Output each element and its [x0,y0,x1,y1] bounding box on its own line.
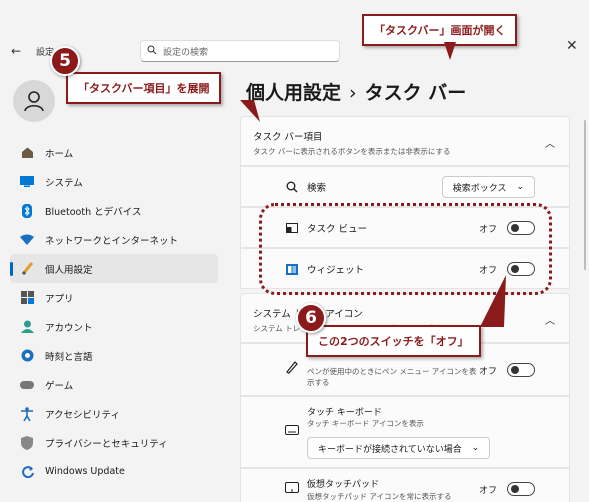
sidebar-item-bluetooth[interactable]: Bluetooth とデバイス [10,196,218,225]
brush-icon [19,261,35,277]
sidebar-item-label: アクセシビリティ [45,409,120,421]
sidebar-item-label: アカウント [45,322,93,334]
wifi-icon [19,232,35,248]
taskbar-items-subtitle: タスク バーに表示されるボタンを表示または非表示にする [253,147,451,156]
page-title: 個人用設定 › タスク バー [246,78,466,105]
annotation-badge-6: 6 [296,303,326,333]
annotation-arrow-5 [240,100,260,122]
touch-keyboard-dropdown[interactable]: キーボードが接続されていない場合 ⌄ [307,437,491,459]
touch-keyboard-sub: タッチ キーボード アイコンを表示 [307,419,424,428]
sidebar-item-system[interactable]: システム [10,167,218,196]
shield-icon [19,435,35,451]
touchpad-sub: 仮想タッチパッド アイコンを常に表示する [307,492,452,501]
sidebar-item-label: Windows Update [45,466,125,477]
search-icon [285,180,299,194]
search-mode-dropdown[interactable]: 検索ボックス ⌄ [441,176,535,198]
touch-keyboard-value: キーボードが接続されていない場合 [318,444,462,455]
chevron-down-icon: ⌄ [516,182,524,192]
chevron-up-icon[interactable]: ︿ [545,135,555,150]
avatar[interactable] [13,80,55,122]
pen-menu-toggle-wrap: オフ [479,363,535,377]
touchpad-state: オフ [478,485,497,496]
annotation-badge-5: 5 [50,46,80,76]
touch-keyboard-row: タッチ キーボード タッチ キーボード アイコンを表示 キーボードが接続されてい… [240,396,570,468]
taskbar-items-title: タスク バー項目 [253,132,323,143]
pen-menu-state: オフ [478,366,497,377]
sidebar-item-privacy[interactable]: プライバシーとセキュリティ [10,428,218,457]
apps-icon [19,290,35,306]
sidebar-item-label: システム [45,177,83,189]
sidebar-item-gaming[interactable]: ゲーム [10,370,218,399]
sidebar-item-network[interactable]: ネットワークとインターネット [10,225,218,254]
touchpad-row: 仮想タッチパッド 仮想タッチパッド アイコンを常に表示する オフ [240,468,570,502]
sidebar-item-time-language[interactable]: 時刻と言語 [10,341,218,370]
globe-icon [19,348,35,364]
update-icon [19,464,35,480]
bluetooth-icon [19,203,35,219]
sidebar-item-label: 個人用設定 [45,264,93,276]
search-setting-label: 検索 [307,182,327,194]
sidebar-item-label: Bluetooth とデバイス [45,206,142,218]
annotation-arrow-6 [480,275,506,327]
scrollbar[interactable] [584,120,586,270]
pen-icon [285,360,298,377]
sidebar-item-home[interactable]: ホーム [10,138,218,167]
sidebar-item-label: 時刻と言語 [45,351,93,363]
search-icon [147,45,157,58]
touch-keyboard-title: タッチ キーボード [307,408,382,418]
search-setting-row: 検索 検索ボックス ⌄ [240,166,570,207]
gamepad-icon [19,377,35,393]
breadcrumb-separator: › [349,82,357,104]
sidebar-item-accounts[interactable]: アカウント [10,312,218,341]
annotation-callout-5: 「タスクバー項目」を展開 [66,72,222,104]
search-mode-value: 検索ボックス [452,183,507,194]
sidebar-item-label: ゲーム [45,380,74,392]
keyboard-icon [285,425,299,438]
sidebar-item-apps[interactable]: アプリ [10,283,218,312]
touchpad-toggle-wrap: オフ [479,482,535,496]
sidebar-item-personalization[interactable]: 個人用設定 [10,254,218,283]
annotation-arrow-top [444,42,456,60]
sidebar-item-label: ネットワークとインターネット [45,235,179,247]
search-placeholder: 設定の検索 [163,47,209,58]
sidebar-item-label: プライバシーとセキュリティ [45,438,168,450]
touchpad-toggle[interactable] [507,482,535,496]
sidebar-item-label: ホーム [45,148,74,160]
chevron-down-icon: ⌄ [471,443,480,453]
touchpad-icon [285,482,299,496]
sidebar: ホーム システム Bluetooth とデバイス ネットワークとインターネット … [10,138,218,486]
pen-menu-toggle[interactable] [507,363,535,377]
sidebar-item-windows-update[interactable]: Windows Update [10,457,218,486]
back-arrow-icon[interactable]: ← [11,44,21,58]
touchpad-title: 仮想タッチパッド [307,480,380,490]
chevron-up-icon[interactable]: ︿ [545,312,555,327]
user-icon [24,91,44,112]
account-icon [19,319,35,335]
accessibility-icon [19,406,35,422]
pen-menu-sub1: ペンが使用中のときにペン メニュー アイコンを表 [307,367,477,376]
sidebar-item-label: アプリ [45,293,74,305]
home-icon [19,145,35,161]
system-icon [19,174,35,190]
taskbar-items-header[interactable]: タスク バー項目 タスク バーに表示されるボタンを表示または非表示にする ︿ [240,116,570,166]
sidebar-item-accessibility[interactable]: アクセシビリティ [10,399,218,428]
search-input[interactable]: 設定の検索 [140,40,340,62]
close-icon[interactable]: ✕ [566,38,578,54]
pen-menu-sub2: 示する [307,378,330,387]
breadcrumb-current: タスク バー [364,82,467,104]
annotation-callout-6: この2つのスイッチを「オフ」 [306,325,481,357]
